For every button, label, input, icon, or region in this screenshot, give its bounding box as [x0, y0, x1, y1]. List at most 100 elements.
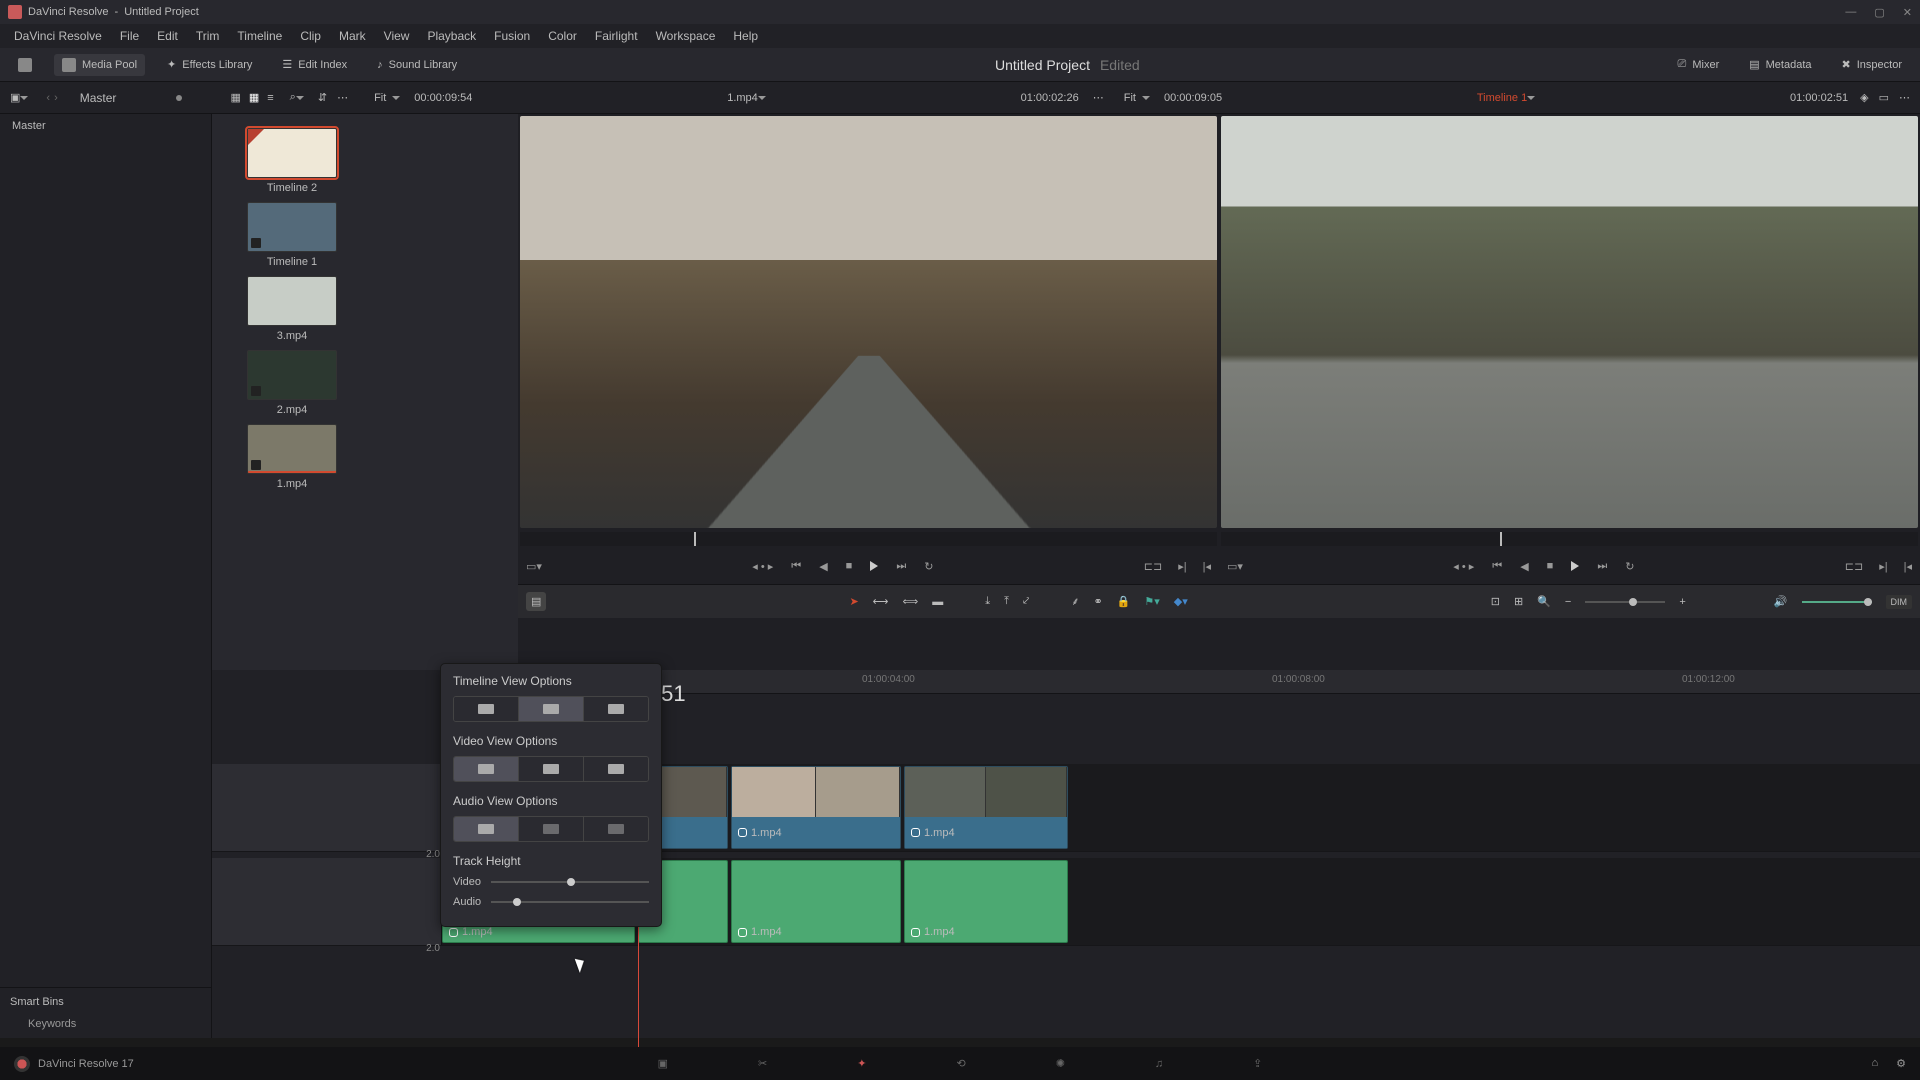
menu-playback[interactable]: Playback: [419, 26, 484, 46]
menu-fairlight[interactable]: Fairlight: [587, 26, 646, 46]
inspector-button[interactable]: ✖︎Inspector: [1834, 54, 1910, 75]
track-header-a1[interactable]: [212, 858, 442, 945]
subtitle-tracks-button[interactable]: [519, 697, 584, 721]
thumb-view-icon[interactable]: ▦: [230, 91, 240, 104]
dynamic-trim-icon[interactable]: ⟺: [902, 595, 918, 608]
record-more-icon[interactable]: ⋯: [1899, 91, 1910, 104]
timeline-ruler[interactable]: 01:00:00:00 01:00:04:00 01:00:08:00 01:0…: [442, 670, 1920, 694]
trim-tool-icon[interactable]: ⟷: [873, 595, 889, 608]
single-viewer-icon[interactable]: ▭: [1879, 91, 1889, 104]
goto-in-icon[interactable]: ▸|: [1879, 560, 1887, 573]
menu-clip[interactable]: Clip: [292, 26, 329, 46]
mixer-button[interactable]: ⎚Mixer: [1670, 54, 1728, 75]
audio-waveform-button[interactable]: [584, 697, 648, 721]
edit-page-icon[interactable]: ✦: [857, 1057, 866, 1070]
audio-clip-2[interactable]: 1.mp4: [731, 860, 901, 943]
record-mode-icon[interactable]: ▭▾: [1227, 560, 1243, 573]
bin-list-chevron-icon[interactable]: [20, 96, 28, 104]
video-simple-button[interactable]: [584, 757, 648, 781]
audio-simple-button[interactable]: [584, 817, 648, 841]
bypass-icon[interactable]: ◈: [1860, 91, 1868, 104]
goto-out-icon[interactable]: |◂: [1904, 560, 1912, 573]
color-page-icon[interactable]: ✺: [1056, 1057, 1065, 1070]
search-chevron-icon[interactable]: [296, 96, 304, 104]
bin-list-icon[interactable]: ▣: [10, 91, 20, 104]
menu-workspace[interactable]: Workspace: [648, 26, 724, 46]
grid-view-icon[interactable]: ▦: [249, 91, 259, 104]
video-height-slider[interactable]: [491, 881, 649, 883]
menu-color[interactable]: Color: [540, 26, 585, 46]
minimize-icon[interactable]: —: [1845, 6, 1856, 19]
clip-thumb-timeline2[interactable]: Timeline 2: [222, 128, 362, 194]
blade-tool-icon[interactable]: ▬: [932, 596, 943, 608]
effects-library-button[interactable]: ✦ Effects Library: [159, 54, 260, 75]
stop-icon[interactable]: ■: [1547, 560, 1554, 572]
list-view-icon[interactable]: ≡: [267, 92, 273, 104]
timeline-options-icon[interactable]: ▤: [526, 592, 546, 611]
smart-bins-header[interactable]: Smart Bins: [10, 996, 201, 1008]
menu-trim[interactable]: Trim: [188, 26, 228, 46]
chevron-down-icon[interactable]: [392, 96, 400, 104]
source-more-icon[interactable]: ⋯: [1093, 91, 1104, 104]
audio-waveform-full-button[interactable]: [454, 817, 519, 841]
edit-index-button[interactable]: ☰ Edit Index: [274, 54, 355, 75]
first-frame-icon[interactable]: ⏮: [791, 560, 801, 573]
media-pool-button[interactable]: Media Pool: [54, 54, 145, 76]
insert-clip-icon[interactable]: ⤓: [985, 595, 990, 608]
source-mode-icon[interactable]: ▭▾: [526, 560, 542, 573]
goto-out-icon[interactable]: |◂: [1203, 560, 1211, 573]
sort-icon[interactable]: ⇵: [318, 91, 327, 104]
menu-fusion[interactable]: Fusion: [486, 26, 538, 46]
prev-frame-icon[interactable]: ◀: [819, 560, 827, 573]
home-icon[interactable]: ⌂: [1871, 1057, 1878, 1070]
sound-library-button[interactable]: ♪ Sound Library: [369, 55, 465, 75]
nav-back-icon[interactable]: ‹: [46, 92, 50, 104]
zoom-selection-icon[interactable]: ⊡: [1491, 595, 1500, 608]
play-icon[interactable]: [870, 561, 878, 571]
arrow-tool-icon[interactable]: ➤: [849, 595, 858, 608]
breadcrumb-master[interactable]: Master: [80, 91, 117, 105]
record-zoom[interactable]: Fit: [1124, 92, 1136, 104]
smart-bins-keywords[interactable]: Keywords: [10, 1018, 201, 1030]
prev-frame-icon[interactable]: ◀: [1520, 560, 1528, 573]
menu-help[interactable]: Help: [725, 26, 766, 46]
lock-icon[interactable]: 🔒: [1117, 595, 1131, 608]
dim-button[interactable]: DIM: [1886, 595, 1913, 609]
audio-height-slider[interactable]: [491, 901, 649, 903]
clip-thumb-3mp4[interactable]: 3.mp4: [222, 276, 362, 342]
flag-icon[interactable]: ⚑▾: [1144, 595, 1159, 608]
timeline-name[interactable]: Timeline 1: [1477, 92, 1527, 104]
cut-page-icon[interactable]: ✂: [758, 1057, 767, 1070]
source-scrubber[interactable]: [520, 532, 1217, 546]
zoom-full-icon[interactable]: ⊞: [1514, 595, 1523, 608]
loop-icon[interactable]: ↻: [924, 560, 933, 573]
stop-icon[interactable]: ■: [846, 560, 853, 572]
video-thumb-button[interactable]: [519, 757, 584, 781]
settings-icon[interactable]: ⚙: [1896, 1057, 1906, 1070]
media-page-icon[interactable]: ▣: [658, 1057, 668, 1070]
last-frame-icon[interactable]: ⏭: [1597, 560, 1607, 573]
stacked-timelines-button[interactable]: [454, 697, 519, 721]
metadata-button[interactable]: ▤Metadata: [1741, 54, 1819, 75]
marker-icon[interactable]: ◆▾: [1174, 595, 1188, 608]
audio-clip-3[interactable]: 1.mp4: [904, 860, 1068, 943]
clip-thumb-timeline1[interactable]: Timeline 1: [222, 202, 362, 268]
replace-clip-icon[interactable]: ⤦: [1023, 595, 1029, 608]
last-frame-icon[interactable]: ⏭: [896, 560, 906, 573]
timeline-zoom-slider[interactable]: [1585, 601, 1665, 603]
deliver-page-icon[interactable]: ⇪: [1253, 1057, 1262, 1070]
snap-icon[interactable]: ⸙: [1071, 594, 1079, 609]
source-viewer[interactable]: [520, 116, 1217, 528]
video-clip-3[interactable]: 1.mp4: [904, 766, 1068, 849]
zoom-detail-icon[interactable]: 🔍: [1537, 595, 1551, 608]
record-scrubber[interactable]: [1221, 532, 1918, 546]
mark-in-icon[interactable]: ⊏⊐: [1144, 560, 1162, 573]
mark-in-icon[interactable]: ⊏⊐: [1845, 560, 1863, 573]
menu-file[interactable]: File: [112, 26, 147, 46]
first-frame-icon[interactable]: ⏮: [1492, 560, 1502, 573]
fusion-page-icon[interactable]: ⟲: [956, 1057, 965, 1070]
fairlight-page-icon[interactable]: ♫: [1155, 1058, 1163, 1070]
menu-edit[interactable]: Edit: [149, 26, 186, 46]
volume-slider[interactable]: [1802, 601, 1872, 603]
clip-thumb-1mp4[interactable]: 1.mp4: [222, 424, 362, 490]
